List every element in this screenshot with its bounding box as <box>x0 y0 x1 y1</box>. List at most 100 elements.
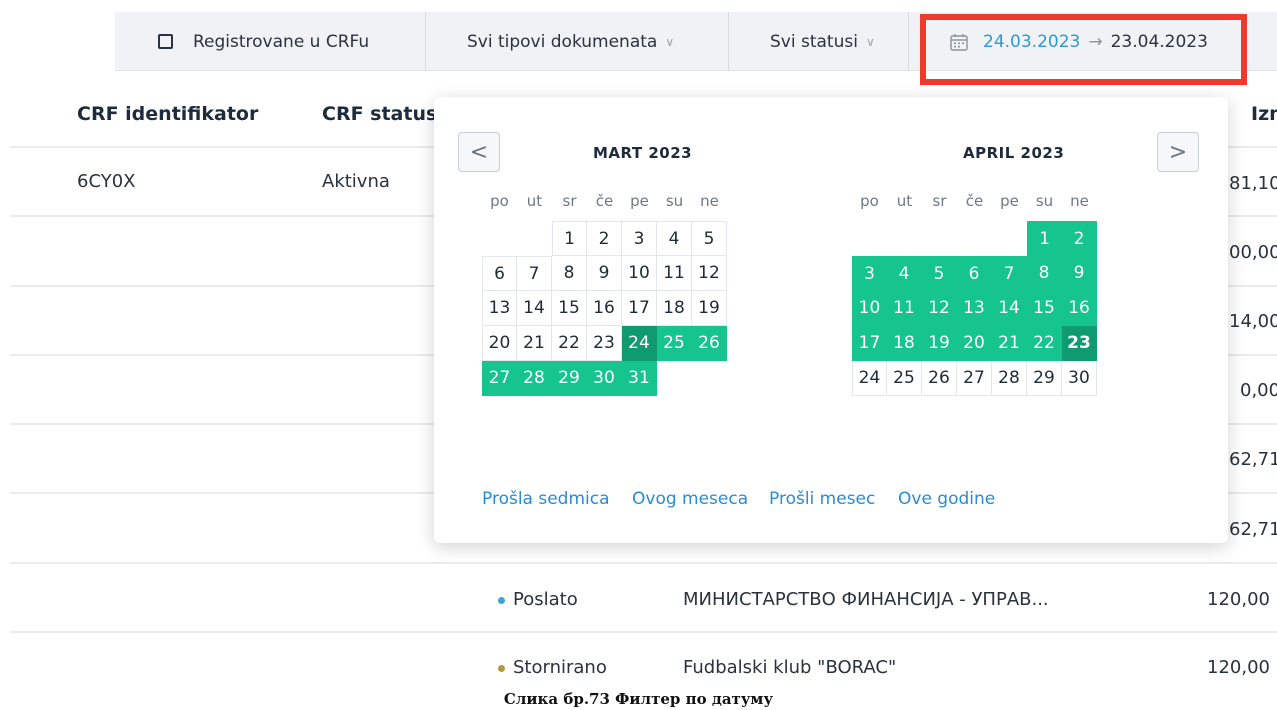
status-stornirano: Stornirano <box>498 657 607 678</box>
row-crf-id: 6CY0X <box>77 171 136 192</box>
calendar-day[interactable]: 2 <box>1062 221 1097 256</box>
calendar-day[interactable]: 22 <box>1027 326 1062 361</box>
next-month-button[interactable]: > <box>1157 132 1199 172</box>
calendar-day[interactable]: 19 <box>692 291 727 326</box>
crf-registered-filter[interactable]: Registrovane u CRFu <box>158 12 369 71</box>
column-header-crf-id[interactable]: CRF identifikator <box>77 103 258 125</box>
calendar-day[interactable]: 13 <box>957 291 992 326</box>
calendar-day[interactable]: 24 <box>622 326 657 361</box>
calendar-day[interactable]: 8 <box>552 256 587 291</box>
quick-link-this-year[interactable]: Ove godine <box>898 489 995 509</box>
calendar-day[interactable]: 4 <box>657 221 692 256</box>
prev-month-button[interactable]: < <box>458 132 500 172</box>
calendar-day[interactable]: 5 <box>692 221 727 256</box>
status-dot-icon <box>498 596 505 604</box>
calendar-day[interactable]: 28 <box>992 361 1027 396</box>
calendar-day[interactable]: 29 <box>1027 361 1062 396</box>
weekday-label: če <box>965 192 984 210</box>
calendar-day[interactable]: 6 <box>957 256 992 291</box>
calendar-day[interactable]: 7 <box>517 256 552 291</box>
calendar-day[interactable]: 2 <box>587 221 622 256</box>
calendar-day[interactable]: 15 <box>1027 291 1062 326</box>
document-type-dropdown[interactable]: Svi tipovi dokumenata ∨ <box>467 12 674 71</box>
calendar-day[interactable]: 3 <box>852 256 887 291</box>
chevron-down-icon: ∨ <box>665 34 675 49</box>
row-amount: 14,00 <box>1229 311 1277 332</box>
divider <box>10 562 1277 564</box>
month-title-right: APRIL 2023 <box>963 144 1065 162</box>
calendar-day[interactable]: 18 <box>657 291 692 326</box>
calendar-day[interactable]: 17 <box>852 326 887 361</box>
calendar-day[interactable]: 30 <box>587 361 622 396</box>
calendar-day[interactable]: 13 <box>482 291 517 326</box>
calendar-day[interactable]: 20 <box>957 326 992 361</box>
calendar-day[interactable]: 9 <box>1062 256 1097 291</box>
calendar-day[interactable]: 10 <box>622 256 657 291</box>
calendar-day[interactable]: 19 <box>922 326 957 361</box>
weekday-label: sr <box>562 192 577 210</box>
calendar-day[interactable]: 30 <box>1062 361 1097 396</box>
calendar-day[interactable]: 8 <box>1027 256 1062 291</box>
calendar-day[interactable]: 28 <box>517 361 552 396</box>
row-name: МИНИСТАРСТВО ФИНАНСИЈА - УПРАВ... <box>683 589 1049 610</box>
row-amount: 62,71 <box>1229 449 1277 470</box>
dropdown-label: Svi tipovi dokumenata <box>467 31 658 52</box>
row-amount: 120,00 <box>1207 589 1270 610</box>
calendar-day[interactable]: 12 <box>922 291 957 326</box>
weekday-label: su <box>1035 192 1054 210</box>
calendar-day[interactable]: 22 <box>552 326 587 361</box>
calendar-day[interactable]: 26 <box>692 326 727 361</box>
status-label: Poslato <box>513 589 578 610</box>
calendar-day[interactable]: 12 <box>692 256 727 291</box>
calendar-day[interactable]: 21 <box>517 326 552 361</box>
calendar-day[interactable]: 6 <box>482 256 517 291</box>
calendar-day[interactable]: 4 <box>887 256 922 291</box>
calendar-day[interactable]: 17 <box>622 291 657 326</box>
column-header-amount[interactable]: Izn <box>1251 103 1277 125</box>
calendar-day[interactable]: 14 <box>517 291 552 326</box>
calendar-day[interactable]: 23 <box>1062 326 1097 361</box>
calendar-day[interactable]: 1 <box>1027 221 1062 256</box>
weekday-label: sr <box>932 192 947 210</box>
calendar-day[interactable]: 24 <box>852 361 887 396</box>
calendar-day[interactable]: 27 <box>482 361 517 396</box>
calendar-day[interactable]: 31 <box>622 361 657 396</box>
calendar-day[interactable]: 9 <box>587 256 622 291</box>
calendar-day[interactable]: 20 <box>482 326 517 361</box>
calendar-day[interactable]: 21 <box>992 326 1027 361</box>
checkbox[interactable] <box>158 34 173 49</box>
calendar-day[interactable]: 3 <box>622 221 657 256</box>
calendar-day[interactable]: 16 <box>587 291 622 326</box>
row-crf-status: Aktivna <box>322 171 390 192</box>
status-dot-icon <box>498 664 505 672</box>
calendar-day[interactable]: 1 <box>552 221 587 256</box>
column-header-crf-status[interactable]: CRF status <box>322 103 437 125</box>
calendar-day[interactable]: 18 <box>887 326 922 361</box>
weekday-label: ne <box>700 192 719 210</box>
status-dropdown[interactable]: Svi statusi ∨ <box>770 12 875 71</box>
row-amount: 00,00 <box>1229 242 1277 263</box>
calendar-day[interactable]: 11 <box>657 256 692 291</box>
calendar-day[interactable]: 14 <box>992 291 1027 326</box>
calendar-day[interactable]: 23 <box>587 326 622 361</box>
quick-link-this-month[interactable]: Ovog meseca <box>632 489 748 509</box>
calendar-day[interactable]: 27 <box>957 361 992 396</box>
calendar-day[interactable]: 15 <box>552 291 587 326</box>
chevron-down-icon: ∨ <box>865 34 875 49</box>
calendar-day[interactable]: 25 <box>887 361 922 396</box>
status-label: Stornirano <box>513 657 607 678</box>
calendar-day[interactable]: 26 <box>922 361 957 396</box>
calendar-day[interactable]: 10 <box>852 291 887 326</box>
row-amount: 120,00 <box>1207 657 1270 678</box>
calendar-day[interactable]: 11 <box>887 291 922 326</box>
calendar-day[interactable]: 25 <box>657 326 692 361</box>
calendar-day[interactable]: 16 <box>1062 291 1097 326</box>
divider <box>908 12 909 71</box>
calendar-day[interactable]: 7 <box>992 256 1027 291</box>
quick-link-last-month[interactable]: Prošli mesec <box>769 489 875 509</box>
calendar-day[interactable]: 29 <box>552 361 587 396</box>
date-picker-popup: < > MART 2023 APRIL 2023 Prošla sedmica … <box>434 97 1228 543</box>
chevron-right-icon: > <box>1168 139 1188 165</box>
calendar-day[interactable]: 5 <box>922 256 957 291</box>
quick-link-last-week[interactable]: Prošla sedmica <box>482 489 610 509</box>
